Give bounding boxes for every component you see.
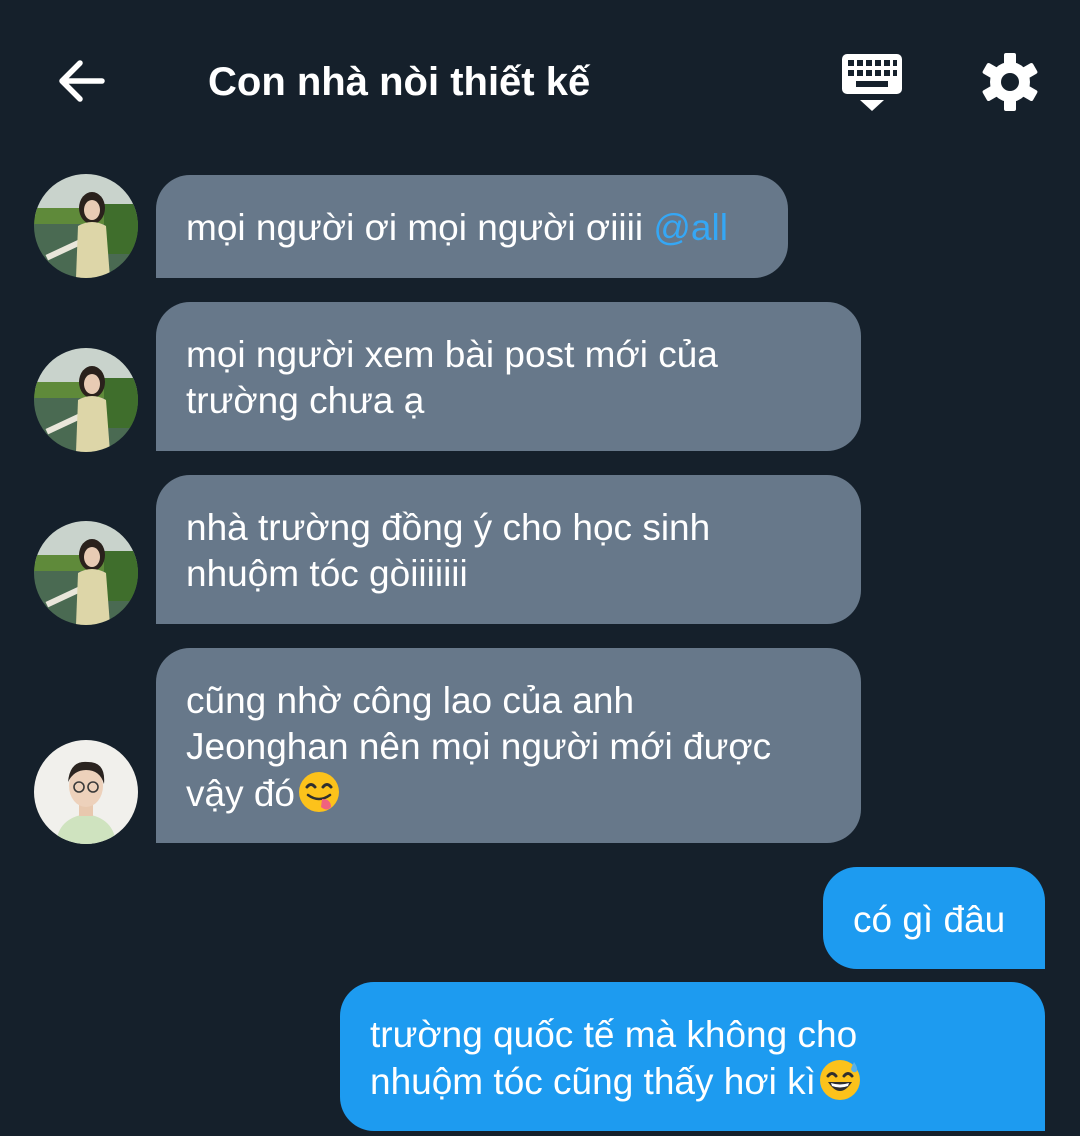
user-photo-avatar (34, 174, 138, 278)
user-photo-avatar (34, 740, 138, 844)
message-text-line: vậy đó (186, 773, 296, 814)
message-text-line: nhuộm tóc cũng thấy hơi kì (370, 1061, 816, 1102)
arrow-left-icon (59, 60, 105, 102)
grinning-face-with-sweat-emoji (818, 1058, 862, 1102)
message-text-line: nhuộm tóc gòiiiiiii (186, 553, 468, 594)
incoming-message-bubble[interactable]: mọi người xem bài post mới của trường ch… (156, 302, 861, 451)
mention-link[interactable]: @all (653, 207, 728, 248)
avatar[interactable] (34, 740, 138, 844)
keyboard-toggle-button[interactable] (836, 50, 908, 114)
face-savoring-food-emoji (297, 770, 341, 814)
message-text-line: Jeonghan nên mọi người mới được (186, 726, 772, 767)
avatar[interactable] (34, 174, 138, 278)
keyboard-hide-icon (842, 54, 902, 111)
user-photo-avatar (34, 348, 138, 452)
settings-button[interactable] (978, 50, 1042, 114)
message-text-line: trường chưa ạ (186, 380, 425, 421)
message-text-line: nhà trường đồng ý cho học sinh (186, 507, 711, 548)
message-text-line: cũng nhờ công lao của anh (186, 680, 635, 721)
outgoing-message-bubble[interactable]: trường quốc tế mà không cho nhuộm tóc cũ… (340, 982, 1045, 1131)
incoming-message-bubble[interactable]: mọi người ơi mọi người ơiiii @all (156, 175, 788, 278)
conversation-title: Con nhà nòi thiết kế (208, 60, 591, 104)
outgoing-message-bubble[interactable]: có gì đâu (823, 867, 1045, 969)
avatar[interactable] (34, 348, 138, 452)
chat-header: Con nhà nòi thiết kế (0, 0, 1080, 160)
incoming-message-bubble[interactable]: cũng nhờ công lao của anh Jeonghan nên m… (156, 648, 861, 843)
message-text-line: mọi người xem bài post mới của (186, 334, 718, 375)
incoming-message-bubble[interactable]: nhà trường đồng ý cho học sinh nhuộm tóc… (156, 475, 861, 624)
avatar[interactable] (34, 521, 138, 625)
message-text: mọi người ơi mọi người ơiiii (186, 207, 654, 248)
back-button[interactable] (52, 52, 112, 112)
user-photo-avatar (34, 521, 138, 625)
message-text: có gì đâu (853, 899, 1006, 940)
gear-icon (982, 53, 1038, 111)
message-text-line: trường quốc tế mà không cho (370, 1014, 858, 1055)
